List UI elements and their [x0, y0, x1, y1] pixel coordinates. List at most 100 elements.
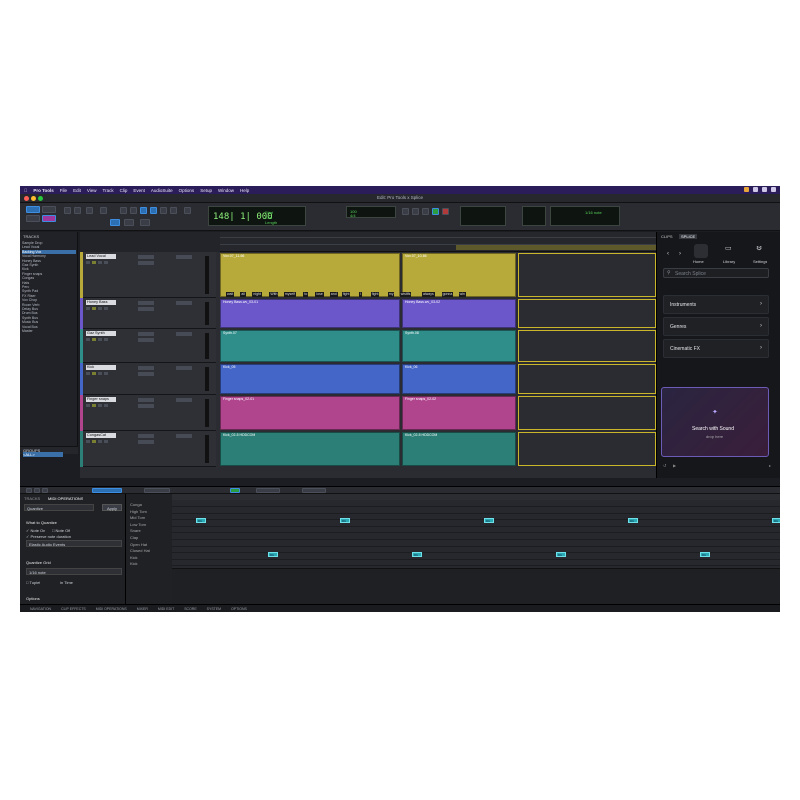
track-rec-button[interactable] — [86, 404, 90, 407]
track-name[interactable]: Gaz Synth — [86, 331, 116, 336]
forward-arrow-icon[interactable]: › — [679, 251, 681, 257]
track-input-button[interactable] — [104, 307, 108, 310]
record-icon[interactable] — [442, 208, 449, 215]
mode-shuffle-button[interactable] — [26, 206, 40, 213]
track-mute-button[interactable] — [98, 261, 102, 264]
editor-tool-icon[interactable] — [34, 488, 40, 493]
grid-selector[interactable] — [144, 488, 170, 493]
insert-slot[interactable] — [138, 338, 154, 342]
menu-file[interactable]: File — [60, 188, 67, 193]
midi-note[interactable]: C1 — [700, 552, 710, 557]
settings-gear-icon[interactable]: ⚙ — [756, 246, 762, 252]
track-mute-button[interactable] — [98, 307, 102, 310]
grid-display[interactable]: 1/16 note — [550, 206, 620, 226]
track-input-button[interactable] — [104, 440, 108, 443]
note-off-checkbox[interactable]: □ Note Off — [52, 528, 70, 533]
track-list-item[interactable]: Kick — [22, 267, 76, 271]
track-lane[interactable]: Synth.07 Synth.08 — [220, 329, 656, 363]
mode-spot-button[interactable] — [42, 206, 56, 213]
track-name[interactable]: Lead Vocal — [86, 254, 116, 259]
editor-tool-icon[interactable] — [26, 488, 32, 493]
preserve-duration-checkbox[interactable]: ✓ Preserve note duration — [26, 534, 71, 539]
insert-slot[interactable] — [138, 404, 154, 408]
apple-icon[interactable]:  — [24, 188, 27, 193]
track-list-item[interactable]: Finger snaps — [22, 272, 76, 276]
status-tab[interactable]: CLIP EFFECTS — [61, 607, 86, 611]
midi-note[interactable]: C1 — [412, 552, 422, 557]
status-tab[interactable]: OPTIONS — [231, 607, 247, 611]
stop-icon[interactable] — [422, 208, 429, 215]
track-solo-button[interactable] — [92, 338, 96, 341]
insert-slot[interactable] — [138, 398, 154, 402]
rewind-icon[interactable] — [402, 208, 409, 215]
midi-note[interactable]: C1 — [196, 518, 206, 523]
menu-audiosuite[interactable]: AudioSuite — [151, 188, 173, 193]
track-list-item[interactable]: Master — [22, 329, 76, 333]
trim-tool-icon[interactable] — [130, 207, 137, 214]
track-mute-button[interactable] — [98, 372, 102, 375]
status-tab[interactable]: SYSTEM — [207, 607, 221, 611]
track-list-item[interactable]: Synth Pad — [22, 289, 76, 293]
audio-clip[interactable]: Kick_05 — [220, 364, 400, 394]
timeline-rulers[interactable] — [80, 232, 656, 252]
track-list-item[interactable]: Honey Bass — [22, 259, 76, 263]
track-lane[interactable]: Kick_05 Kick_06 — [220, 363, 656, 395]
audio-clip[interactable]: Vox.07_11-66 — [220, 253, 400, 297]
track-solo-button[interactable] — [92, 372, 96, 375]
track-lane[interactable]: Finger snaps_02-01 Finger snaps_02-02 — [220, 395, 656, 431]
midi-note-grid[interactable]: Conga High Tom Mid Tom Low Tom Snare Clap Open… — [126, 494, 780, 604]
track-mute-button[interactable] — [98, 404, 102, 407]
menu-setup[interactable]: Setup — [200, 188, 212, 193]
tuplet-checkbox[interactable]: □ Tuplet — [26, 580, 40, 585]
track-list-item[interactable]: Delay Bus — [22, 307, 76, 311]
menu-app[interactable]: Pro Tools — [33, 188, 53, 193]
control-center-icon[interactable] — [771, 187, 776, 192]
menu-view[interactable]: View — [87, 188, 97, 193]
volume-icon[interactable]: ▸ — [769, 463, 771, 468]
menu-clip[interactable]: Clip — [120, 188, 128, 193]
zoom-out-icon[interactable] — [64, 207, 71, 214]
splice-row-cinematic-fx[interactable]: Cinematic FX › — [663, 339, 769, 358]
track-rec-button[interactable] — [86, 440, 90, 443]
track-list-item[interactable]: Vocal Harmony — [22, 254, 76, 258]
loop-region[interactable] — [518, 253, 656, 297]
track-input-button[interactable] — [104, 404, 108, 407]
audio-clip[interactable]: Synth.07 — [220, 330, 400, 362]
midi-note[interactable]: C1 — [556, 552, 566, 557]
loop-region[interactable] — [518, 364, 656, 394]
counter-secondary-display[interactable] — [460, 206, 506, 226]
track-input-button[interactable] — [104, 338, 108, 341]
midi-note-lane[interactable] — [172, 527, 780, 534]
track-rec-button[interactable] — [86, 307, 90, 310]
splice-row-genres[interactable]: Genres › — [663, 317, 769, 336]
audio-clip[interactable]: Finger snaps_02-02 — [402, 396, 516, 430]
track-list-item[interactable]: Music Bus — [22, 320, 76, 324]
midi-note-lane[interactable] — [172, 541, 780, 547]
track-lane[interactable]: Vox.07_11-66 Vox.07_10-66 wait all night With… — [220, 252, 656, 298]
loop-region[interactable] — [518, 396, 656, 430]
nav-home[interactable]: Home — [693, 259, 704, 264]
send-slot[interactable] — [176, 398, 192, 402]
grid-nudge-button[interactable] — [110, 219, 120, 226]
editor-tool-icon[interactable] — [42, 488, 48, 493]
midi-note[interactable]: C1 — [484, 518, 494, 523]
track-list-item[interactable]: Drum Bus — [22, 311, 76, 315]
insert-slot[interactable] — [138, 440, 154, 444]
pencil-tool-icon[interactable] — [170, 207, 177, 214]
velocity-selector[interactable] — [302, 488, 326, 493]
insert-slot[interactable] — [138, 434, 154, 438]
events-select[interactable]: Elastic Audio Events — [26, 540, 122, 547]
midi-note[interactable]: C1 — [772, 518, 780, 523]
search-with-sound-dropzone[interactable]: ✦ Search with Sound drop here — [661, 387, 769, 457]
track-list-item[interactable]: Synth Bus — [22, 316, 76, 320]
preview-back-icon[interactable]: ↺ — [663, 463, 666, 468]
selector-tool-icon[interactable] — [140, 207, 147, 214]
quantize-grid-select[interactable]: 1/16 note — [26, 568, 122, 575]
track-list-item[interactable]: Room Verb — [22, 303, 76, 307]
mode-grid-button[interactable] — [42, 215, 56, 222]
track-rec-button[interactable] — [86, 338, 90, 341]
midi-note-lane[interactable] — [172, 547, 780, 554]
track-rec-button[interactable] — [86, 261, 90, 264]
insert-slot[interactable] — [138, 307, 154, 311]
insert-slot[interactable] — [138, 372, 154, 376]
